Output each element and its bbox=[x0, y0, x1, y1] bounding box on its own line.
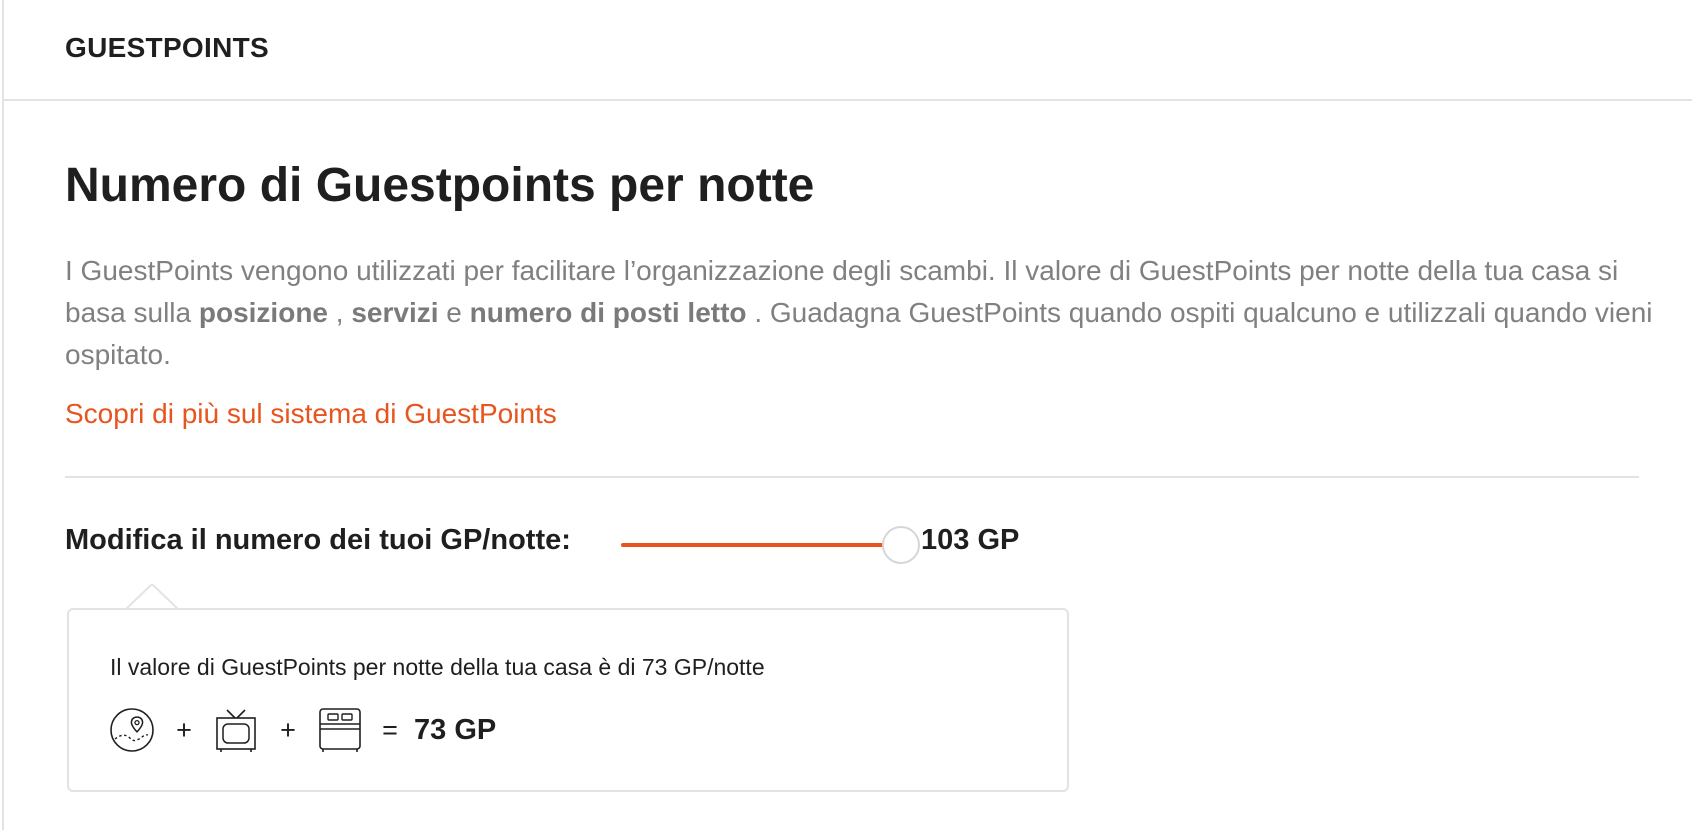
guestpoints-formula: + + = 73 GP bbox=[108, 706, 496, 754]
guestpoints-total: 73 GP bbox=[414, 713, 497, 746]
section-title: GUESTPOINTS bbox=[65, 32, 269, 63]
plus-sign-2: + bbox=[280, 714, 296, 745]
tv-icon bbox=[212, 706, 260, 754]
guestpoints-value-text: Il valore di GuestPoints per notte della… bbox=[110, 654, 765, 680]
page-title: Numero di Guestpoints per notte bbox=[65, 159, 815, 212]
slider-thumb[interactable] bbox=[882, 526, 920, 564]
slider-fill bbox=[621, 543, 901, 547]
description-beds: numero di posti letto bbox=[469, 297, 747, 328]
learn-more-link[interactable]: Scopri di più sul sistema di GuestPoints bbox=[65, 398, 557, 430]
guestpoints-info-box: Il valore di GuestPoints per notte della… bbox=[67, 608, 1069, 792]
plus-sign-1: + bbox=[176, 714, 192, 745]
description-position: posizione bbox=[198, 297, 328, 328]
location-icon bbox=[108, 706, 156, 754]
description-services: servizi bbox=[351, 297, 439, 328]
guestpoints-description: I GuestPoints vengono utilizzati per fac… bbox=[65, 250, 1665, 376]
bed-icon bbox=[316, 706, 364, 754]
page-frame: GUESTPOINTS Numero di Guestpoints per no… bbox=[2, 0, 1692, 830]
equals-sign: = bbox=[382, 714, 398, 745]
slider-label: Modifica il numero dei tuoi GP/notte: bbox=[65, 524, 571, 556]
description-separator-1: , bbox=[328, 297, 352, 328]
description-separator-2: e bbox=[438, 297, 470, 328]
top-bar: GUESTPOINTS bbox=[4, 0, 1692, 101]
slider-value: 103 GP bbox=[921, 524, 1020, 556]
divider bbox=[65, 476, 1639, 478]
gp-per-night-slider[interactable] bbox=[621, 526, 921, 564]
